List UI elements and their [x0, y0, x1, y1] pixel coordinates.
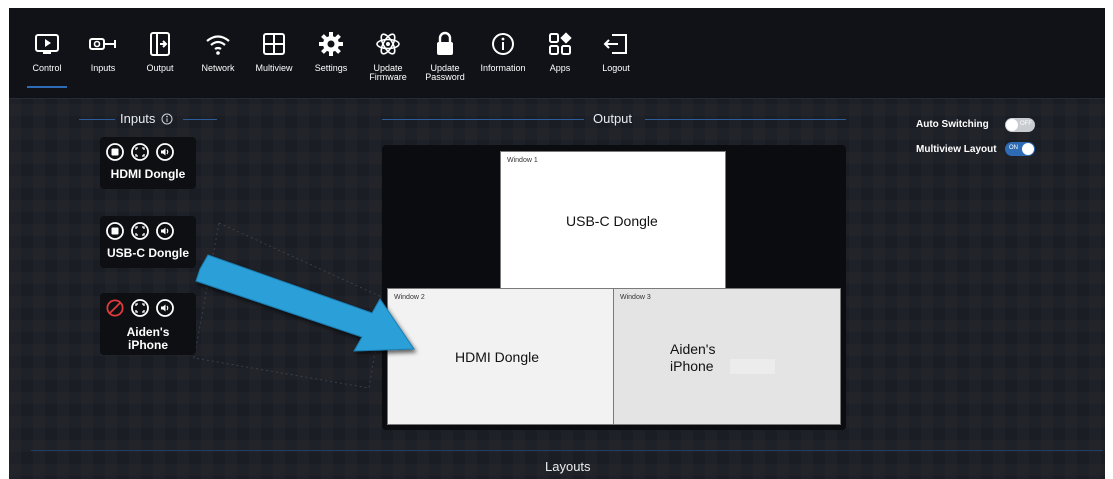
- nav-multiview[interactable]: Multiview: [251, 8, 297, 98]
- auto-switching-label: Auto Switching: [916, 119, 989, 130]
- volume-icon[interactable]: [156, 299, 174, 317]
- volume-icon[interactable]: [156, 222, 174, 240]
- drag-arrow-icon: [195, 254, 415, 352]
- nav-label: Apps: [549, 63, 571, 73]
- nav-label: Update Password: [425, 63, 465, 82]
- fullscreen-icon[interactable]: [131, 222, 149, 240]
- atom-icon: [375, 30, 401, 58]
- nav-output[interactable]: Output: [140, 8, 180, 98]
- window-source: USB-C Dongle: [566, 213, 658, 229]
- input-plug-icon: [88, 30, 118, 58]
- output-canvas: Window 1 USB-C Dongle Window 2 HDMI Dong…: [382, 145, 846, 430]
- nav-label: Update Firmware: [369, 63, 407, 82]
- stop-icon[interactable]: [106, 143, 124, 161]
- nav-information[interactable]: Information: [476, 8, 530, 98]
- nav-label: Information: [480, 63, 526, 73]
- nav-apps[interactable]: Apps: [544, 8, 576, 98]
- toggle-knob: [1022, 143, 1034, 155]
- divider: [645, 119, 846, 120]
- gear-icon: [317, 30, 345, 58]
- nav-label: Logout: [602, 63, 630, 73]
- nav-label: Multiview: [255, 63, 293, 73]
- input-tile-aidens-iphone[interactable]: Aiden's iPhone: [100, 293, 196, 355]
- nav-label: Control: [32, 63, 62, 73]
- fullscreen-icon[interactable]: [131, 299, 149, 317]
- input-tile-hdmi-dongle[interactable]: HDMI Dongle: [100, 137, 196, 189]
- output-box-icon: [148, 30, 172, 58]
- toggle-state: ON: [1009, 145, 1018, 151]
- grid-icon: [261, 30, 287, 58]
- toggle-knob: [1006, 119, 1018, 131]
- window-label: Window 1: [507, 157, 538, 164]
- input-name: HDMI Dongle: [110, 167, 186, 181]
- input-name: Aiden's iPhone: [126, 325, 170, 352]
- nav-label: Output: [146, 63, 174, 73]
- window-source: Aiden's iPhone: [670, 341, 716, 374]
- window-1[interactable]: Window 1 USB-C Dongle: [500, 151, 726, 289]
- logout-icon: [602, 30, 630, 58]
- nav-control[interactable]: Control: [27, 8, 67, 98]
- lock-icon: [434, 30, 456, 58]
- top-nav-bar: Control Inputs Output Network Multiview …: [9, 8, 1105, 99]
- stop-icon[interactable]: [106, 222, 124, 240]
- window-3[interactable]: Window 3 Aiden's iPhone: [613, 288, 841, 425]
- multiview-layout-label: Multiview Layout: [916, 144, 997, 155]
- info-icon: [490, 30, 516, 58]
- inputs-heading: Inputs: [120, 111, 173, 128]
- volume-icon[interactable]: [156, 143, 174, 161]
- nav-logout[interactable]: Logout: [598, 8, 634, 98]
- blocked-icon[interactable]: [106, 299, 124, 317]
- nav-label: Network: [201, 63, 235, 73]
- inputs-title: Inputs: [120, 111, 156, 126]
- info-icon[interactable]: [161, 113, 173, 128]
- nav-label: Settings: [314, 63, 348, 73]
- multiview-layout-toggle[interactable]: ON: [1005, 142, 1035, 156]
- redaction-box: [730, 359, 775, 374]
- nav-update-password[interactable]: Update Password: [422, 8, 468, 98]
- apps-icon: [547, 30, 573, 58]
- window-label: Window 3: [620, 294, 651, 301]
- window-source: HDMI Dongle: [455, 349, 540, 365]
- divider: [183, 119, 217, 120]
- toggle-state: OFF: [1020, 121, 1032, 127]
- nav-inputs[interactable]: Inputs: [85, 8, 121, 98]
- play-screen-icon: [34, 30, 60, 58]
- output-heading: Output: [593, 111, 633, 126]
- nav-update-firmware[interactable]: Update Firmware: [366, 8, 410, 98]
- auto-switching-toggle[interactable]: OFF: [1005, 118, 1035, 132]
- divider: [79, 119, 115, 120]
- nav-settings[interactable]: Settings: [311, 8, 351, 98]
- app-window: Control Inputs Output Network Multiview …: [9, 8, 1105, 479]
- input-name: USB-C Dongle: [107, 246, 189, 260]
- nav-label: Inputs: [90, 63, 116, 73]
- nav-network[interactable]: Network: [196, 8, 240, 98]
- divider: [382, 119, 584, 120]
- layouts-heading: Layouts: [545, 459, 591, 474]
- input-tile-usb-c-dongle[interactable]: USB-C Dongle: [100, 216, 196, 268]
- fullscreen-icon[interactable]: [131, 143, 149, 161]
- divider: [31, 450, 1103, 451]
- wifi-icon: [204, 30, 232, 58]
